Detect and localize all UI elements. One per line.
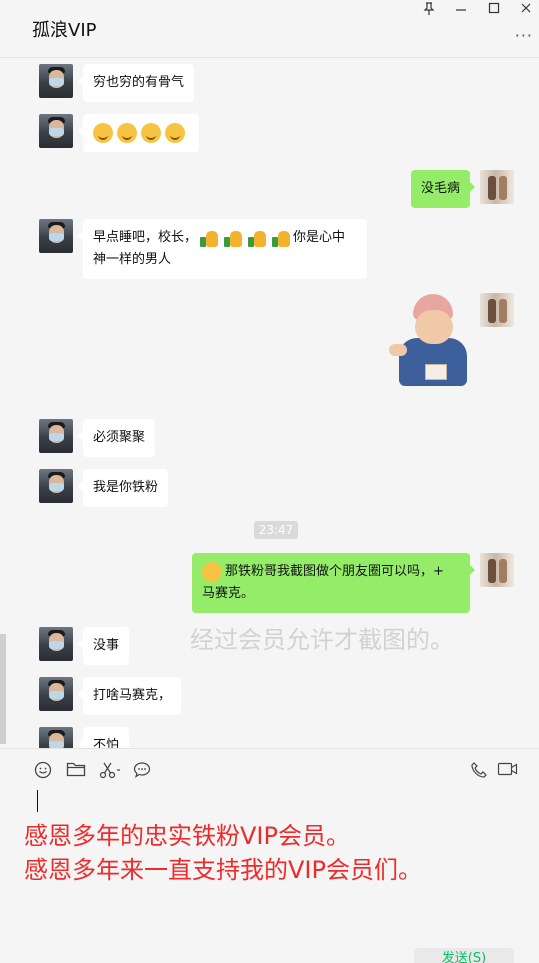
message-input[interactable]: 感恩多年的忠实铁粉VIP会员。 感恩多年来一直支持我的VIP会员们。 (24, 819, 422, 887)
message-text: 那铁粉哥我截图做个朋友圈可以吗，+ (225, 564, 444, 579)
message-text: 必须聚聚 (93, 430, 146, 445)
message-text: 神一样的男人 (93, 252, 172, 267)
chat-header: 孤浪VIP ··· (0, 0, 539, 58)
avatar[interactable] (480, 553, 514, 587)
avatar[interactable] (39, 419, 73, 453)
smirk-face-icon (117, 122, 137, 143)
emoji-icon[interactable] (32, 761, 54, 781)
chat-history-icon[interactable] (131, 761, 153, 781)
chat-title: 孤浪VIP (32, 20, 97, 41)
message-bubble[interactable]: 没毛病 (410, 170, 476, 208)
thumbs-up-icon (199, 228, 219, 248)
smirk-face-icon (141, 122, 161, 143)
message-bubble[interactable]: 那铁粉哥我截图做个朋友圈可以吗，+ 马赛克。 (192, 553, 475, 613)
avatar[interactable] (480, 293, 514, 327)
avatar[interactable] (39, 114, 73, 148)
message-text: 早点睡吧，校长， (93, 230, 198, 245)
folder-icon[interactable] (65, 761, 87, 781)
avatar[interactable] (39, 727, 73, 748)
message-text: 没毛病 (420, 181, 460, 196)
message-text: 穷也穷的有骨气 (93, 75, 185, 90)
message-bubble[interactable]: 穷也穷的有骨气 (77, 64, 195, 102)
wink-face-icon (202, 561, 222, 582)
message-input-line: 感恩多年的忠实铁粉VIP会员。 (24, 822, 350, 850)
pin-icon[interactable] (419, 2, 439, 20)
message-bubble[interactable]: 早点睡吧，校长， 你是心中 神一样的男人 (78, 219, 367, 279)
avatar[interactable] (480, 170, 514, 204)
message-bubble[interactable]: 没事 (77, 627, 130, 665)
message-bubble[interactable]: 打啥马赛克， (77, 677, 182, 715)
close-icon[interactable] (516, 2, 536, 20)
minimize-icon[interactable] (451, 2, 471, 20)
message-bubble[interactable]: 必须聚聚 (77, 419, 156, 457)
phone-icon[interactable] (468, 761, 490, 781)
message-text: 你是心中 (293, 230, 346, 245)
text-cursor (37, 790, 38, 812)
message-text: 打啥马赛克， (93, 688, 172, 703)
send-button[interactable]: 发送(S) (414, 948, 514, 963)
watermark-text: 经过会员允许才截图的。 (190, 626, 454, 654)
thumbs-up-icon (271, 228, 291, 248)
message-text: 我是你铁粉 (93, 480, 159, 495)
thumbs-up-icon (247, 228, 267, 248)
message-input-line: 感恩多年来一直支持我的VIP会员们。 (24, 856, 422, 884)
video-icon[interactable] (496, 761, 520, 781)
message-timestamp: 23:47 (254, 521, 298, 539)
avatar[interactable] (39, 64, 73, 98)
avatar[interactable] (39, 627, 73, 661)
baby-sticker[interactable] (385, 292, 473, 392)
smirk-face-icon (165, 122, 185, 143)
message-composer: 感恩多年的忠实铁粉VIP会员。 感恩多年来一直支持我的VIP会员们。 发送(S) (0, 748, 539, 963)
maximize-icon[interactable] (484, 2, 504, 20)
message-bubble[interactable]: 不怕 (77, 727, 130, 748)
message-bubble[interactable]: 我是你铁粉 (77, 469, 169, 507)
message-bubble[interactable] (78, 114, 199, 152)
thumbs-up-icon (223, 228, 243, 248)
more-icon[interactable]: ··· (515, 26, 533, 45)
scissors-icon[interactable] (98, 761, 124, 781)
smirk-face-icon (93, 122, 113, 143)
avatar[interactable] (39, 677, 73, 711)
chat-scrollbar[interactable] (0, 634, 6, 744)
message-text: 不怕 (93, 738, 120, 748)
avatar[interactable] (39, 219, 73, 253)
message-text: 没事 (93, 638, 120, 653)
chat-history[interactable]: 穷也穷的有骨气 没毛病 早点睡吧，校长， 你是心中 神一样的男人 必须聚聚 我是你… (0, 58, 539, 748)
message-text: 马赛克。 (202, 586, 255, 601)
avatar[interactable] (39, 469, 73, 503)
